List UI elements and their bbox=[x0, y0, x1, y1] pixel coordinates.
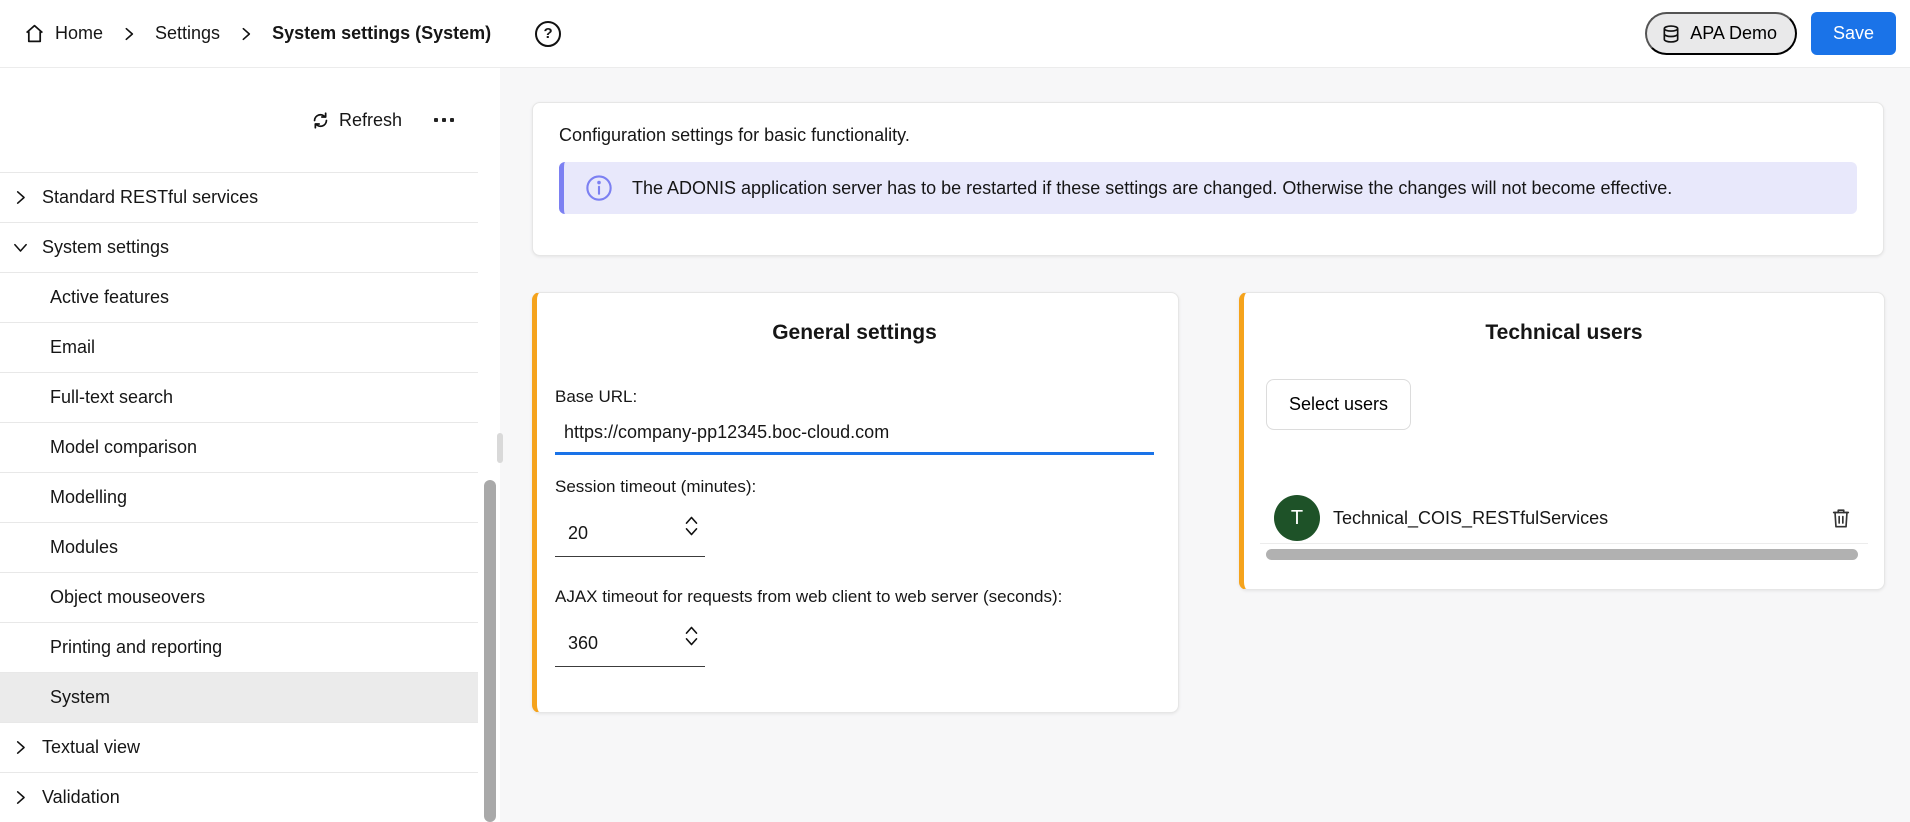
general-settings-title: General settings bbox=[555, 321, 1154, 345]
repository-button[interactable]: APA Demo bbox=[1645, 12, 1797, 55]
main-scrollbar[interactable] bbox=[497, 433, 503, 463]
sidebar: Refresh Standard RESTful services System… bbox=[0, 68, 500, 822]
sidebar-item-system[interactable]: System bbox=[0, 672, 478, 722]
user-list-divider bbox=[1260, 543, 1868, 544]
breadcrumb: Home Settings System settings (System) ? bbox=[24, 21, 561, 47]
database-icon bbox=[1661, 24, 1681, 44]
help-icon[interactable]: ? bbox=[535, 21, 561, 47]
restart-notice: The ADONIS application server has to be … bbox=[559, 162, 1857, 214]
sidebar-item-label: Textual view bbox=[42, 737, 140, 758]
user-avatar: T bbox=[1274, 495, 1320, 541]
chevron-right-icon bbox=[10, 789, 30, 806]
sidebar-item-full-text-search[interactable]: Full-text search bbox=[0, 372, 478, 422]
base-url-label: Base URL: bbox=[555, 387, 1154, 407]
chevron-right-icon bbox=[10, 189, 30, 206]
delete-user-button[interactable] bbox=[1828, 505, 1854, 531]
ajax-timeout-input[interactable] bbox=[555, 623, 705, 666]
breadcrumb-settings[interactable]: Settings bbox=[155, 23, 220, 44]
chevron-right-icon bbox=[121, 26, 137, 42]
technical-users-card: Technical users Select users T Technical… bbox=[1239, 292, 1885, 590]
refresh-button[interactable]: Refresh bbox=[311, 110, 402, 131]
session-timeout-label: Session timeout (minutes): bbox=[555, 477, 1154, 497]
sidebar-toolbar: Refresh bbox=[0, 68, 500, 172]
breadcrumb-home[interactable]: Home bbox=[24, 23, 103, 44]
sidebar-item-printing-and-reporting[interactable]: Printing and reporting bbox=[0, 622, 478, 672]
repository-label: APA Demo bbox=[1690, 23, 1777, 44]
sidebar-item-label: Object mouseovers bbox=[50, 587, 205, 608]
sidebar-item-label: Modelling bbox=[50, 487, 127, 508]
breadcrumb-home-label: Home bbox=[55, 23, 103, 44]
sidebar-item-label: Active features bbox=[50, 287, 169, 308]
technical-user-row: T Technical_COIS_RESTfulServices bbox=[1274, 495, 1854, 541]
session-timeout-input[interactable] bbox=[555, 513, 705, 556]
more-options-icon[interactable] bbox=[432, 112, 456, 128]
sidebar-item-system-settings[interactable]: System settings bbox=[0, 222, 478, 272]
sidebar-item-standard-restful-services[interactable]: Standard RESTful services bbox=[0, 172, 478, 222]
session-timeout-stepper bbox=[684, 515, 699, 537]
top-bar-actions: APA Demo Save bbox=[1645, 12, 1896, 55]
save-button[interactable]: Save bbox=[1811, 12, 1896, 55]
info-icon bbox=[584, 173, 614, 203]
sidebar-item-modules[interactable]: Modules bbox=[0, 522, 478, 572]
chevron-right-icon bbox=[238, 26, 254, 42]
ajax-timeout-stepper bbox=[684, 625, 699, 647]
breadcrumb-current: System settings (System) bbox=[272, 23, 491, 44]
select-users-button[interactable]: Select users bbox=[1266, 379, 1411, 430]
sidebar-item-label: Standard RESTful services bbox=[42, 187, 258, 208]
settings-tree: Standard RESTful services System setting… bbox=[0, 172, 478, 822]
page-title: System settings (System) bbox=[272, 23, 491, 44]
chevron-right-icon bbox=[10, 739, 30, 756]
general-settings-card: General settings Base URL: Session timeo… bbox=[532, 292, 1179, 713]
user-list-scrollbar[interactable] bbox=[1266, 549, 1858, 560]
top-bar: Home Settings System settings (System) ?… bbox=[0, 0, 1910, 68]
sidebar-item-model-comparison[interactable]: Model comparison bbox=[0, 422, 478, 472]
sidebar-item-validation[interactable]: Validation bbox=[0, 772, 478, 822]
intro-description: Configuration settings for basic functio… bbox=[559, 125, 1857, 146]
sidebar-scrollbar[interactable] bbox=[484, 480, 496, 822]
restart-notice-text: The ADONIS application server has to be … bbox=[632, 178, 1672, 199]
refresh-icon bbox=[311, 111, 330, 130]
sidebar-item-label: Modules bbox=[50, 537, 118, 558]
sidebar-item-label: Printing and reporting bbox=[50, 637, 222, 658]
ajax-timeout-label: AJAX timeout for requests from web clien… bbox=[555, 587, 1154, 607]
sidebar-item-textual-view[interactable]: Textual view bbox=[0, 722, 478, 772]
sidebar-item-label: System bbox=[50, 687, 110, 708]
chevron-down-icon bbox=[10, 239, 30, 256]
sidebar-item-object-mouseovers[interactable]: Object mouseovers bbox=[0, 572, 478, 622]
sidebar-item-label: System settings bbox=[42, 237, 169, 258]
technical-users-title: Technical users bbox=[1244, 321, 1884, 345]
sidebar-item-label: Validation bbox=[42, 787, 120, 808]
stepper-up-icon[interactable] bbox=[684, 625, 699, 635]
intro-card: Configuration settings for basic functio… bbox=[532, 102, 1884, 256]
sidebar-item-email[interactable]: Email bbox=[0, 322, 478, 372]
stepper-up-icon[interactable] bbox=[684, 515, 699, 525]
sidebar-item-modelling[interactable]: Modelling bbox=[0, 472, 478, 522]
stepper-down-icon[interactable] bbox=[684, 637, 699, 647]
base-url-input[interactable] bbox=[555, 410, 1154, 455]
home-icon bbox=[24, 23, 45, 44]
sidebar-item-active-features[interactable]: Active features bbox=[0, 272, 478, 322]
sidebar-item-label: Full-text search bbox=[50, 387, 173, 408]
sidebar-item-label: Email bbox=[50, 337, 95, 358]
trash-icon bbox=[1830, 507, 1852, 529]
main-content: Configuration settings for basic functio… bbox=[500, 68, 1910, 822]
breadcrumb-settings-label: Settings bbox=[155, 23, 220, 44]
user-name: Technical_COIS_RESTfulServices bbox=[1333, 508, 1828, 529]
refresh-label: Refresh bbox=[339, 110, 402, 131]
sidebar-item-label: Model comparison bbox=[50, 437, 197, 458]
stepper-down-icon[interactable] bbox=[684, 527, 699, 537]
